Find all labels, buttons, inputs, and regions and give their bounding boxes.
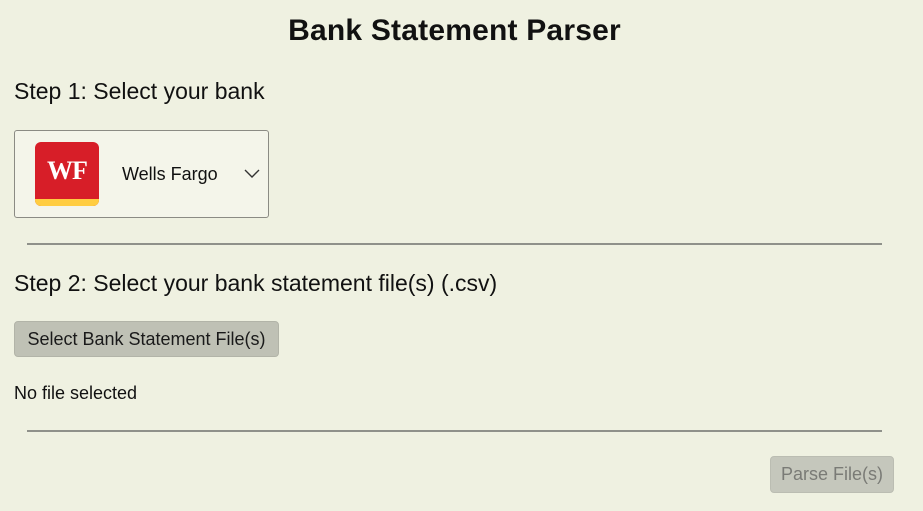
- step2-label: Step 2: Select your bank statement file(…: [14, 270, 498, 296]
- page: Bank Statement Parser Step 1: Select you…: [0, 0, 923, 511]
- step1-label: Step 1: Select your bank: [14, 78, 265, 104]
- selected-bank-name: Wells Fargo: [122, 164, 218, 184]
- section-divider: [27, 430, 882, 432]
- page-title: Bank Statement Parser: [288, 14, 621, 47]
- parse-files-button[interactable]: Parse File(s): [770, 456, 894, 493]
- section-divider: [27, 243, 882, 245]
- bank-logo-stripe: [35, 199, 99, 206]
- bank-logo-text: WF: [47, 156, 88, 185]
- chevron-down-icon: [244, 169, 260, 178]
- bank-select-dropdown[interactable]: WF Wells Fargo: [14, 130, 269, 218]
- select-files-button[interactable]: Select Bank Statement File(s): [14, 321, 279, 357]
- bank-logo: WF: [35, 142, 99, 206]
- file-status-text: No file selected: [14, 383, 138, 403]
